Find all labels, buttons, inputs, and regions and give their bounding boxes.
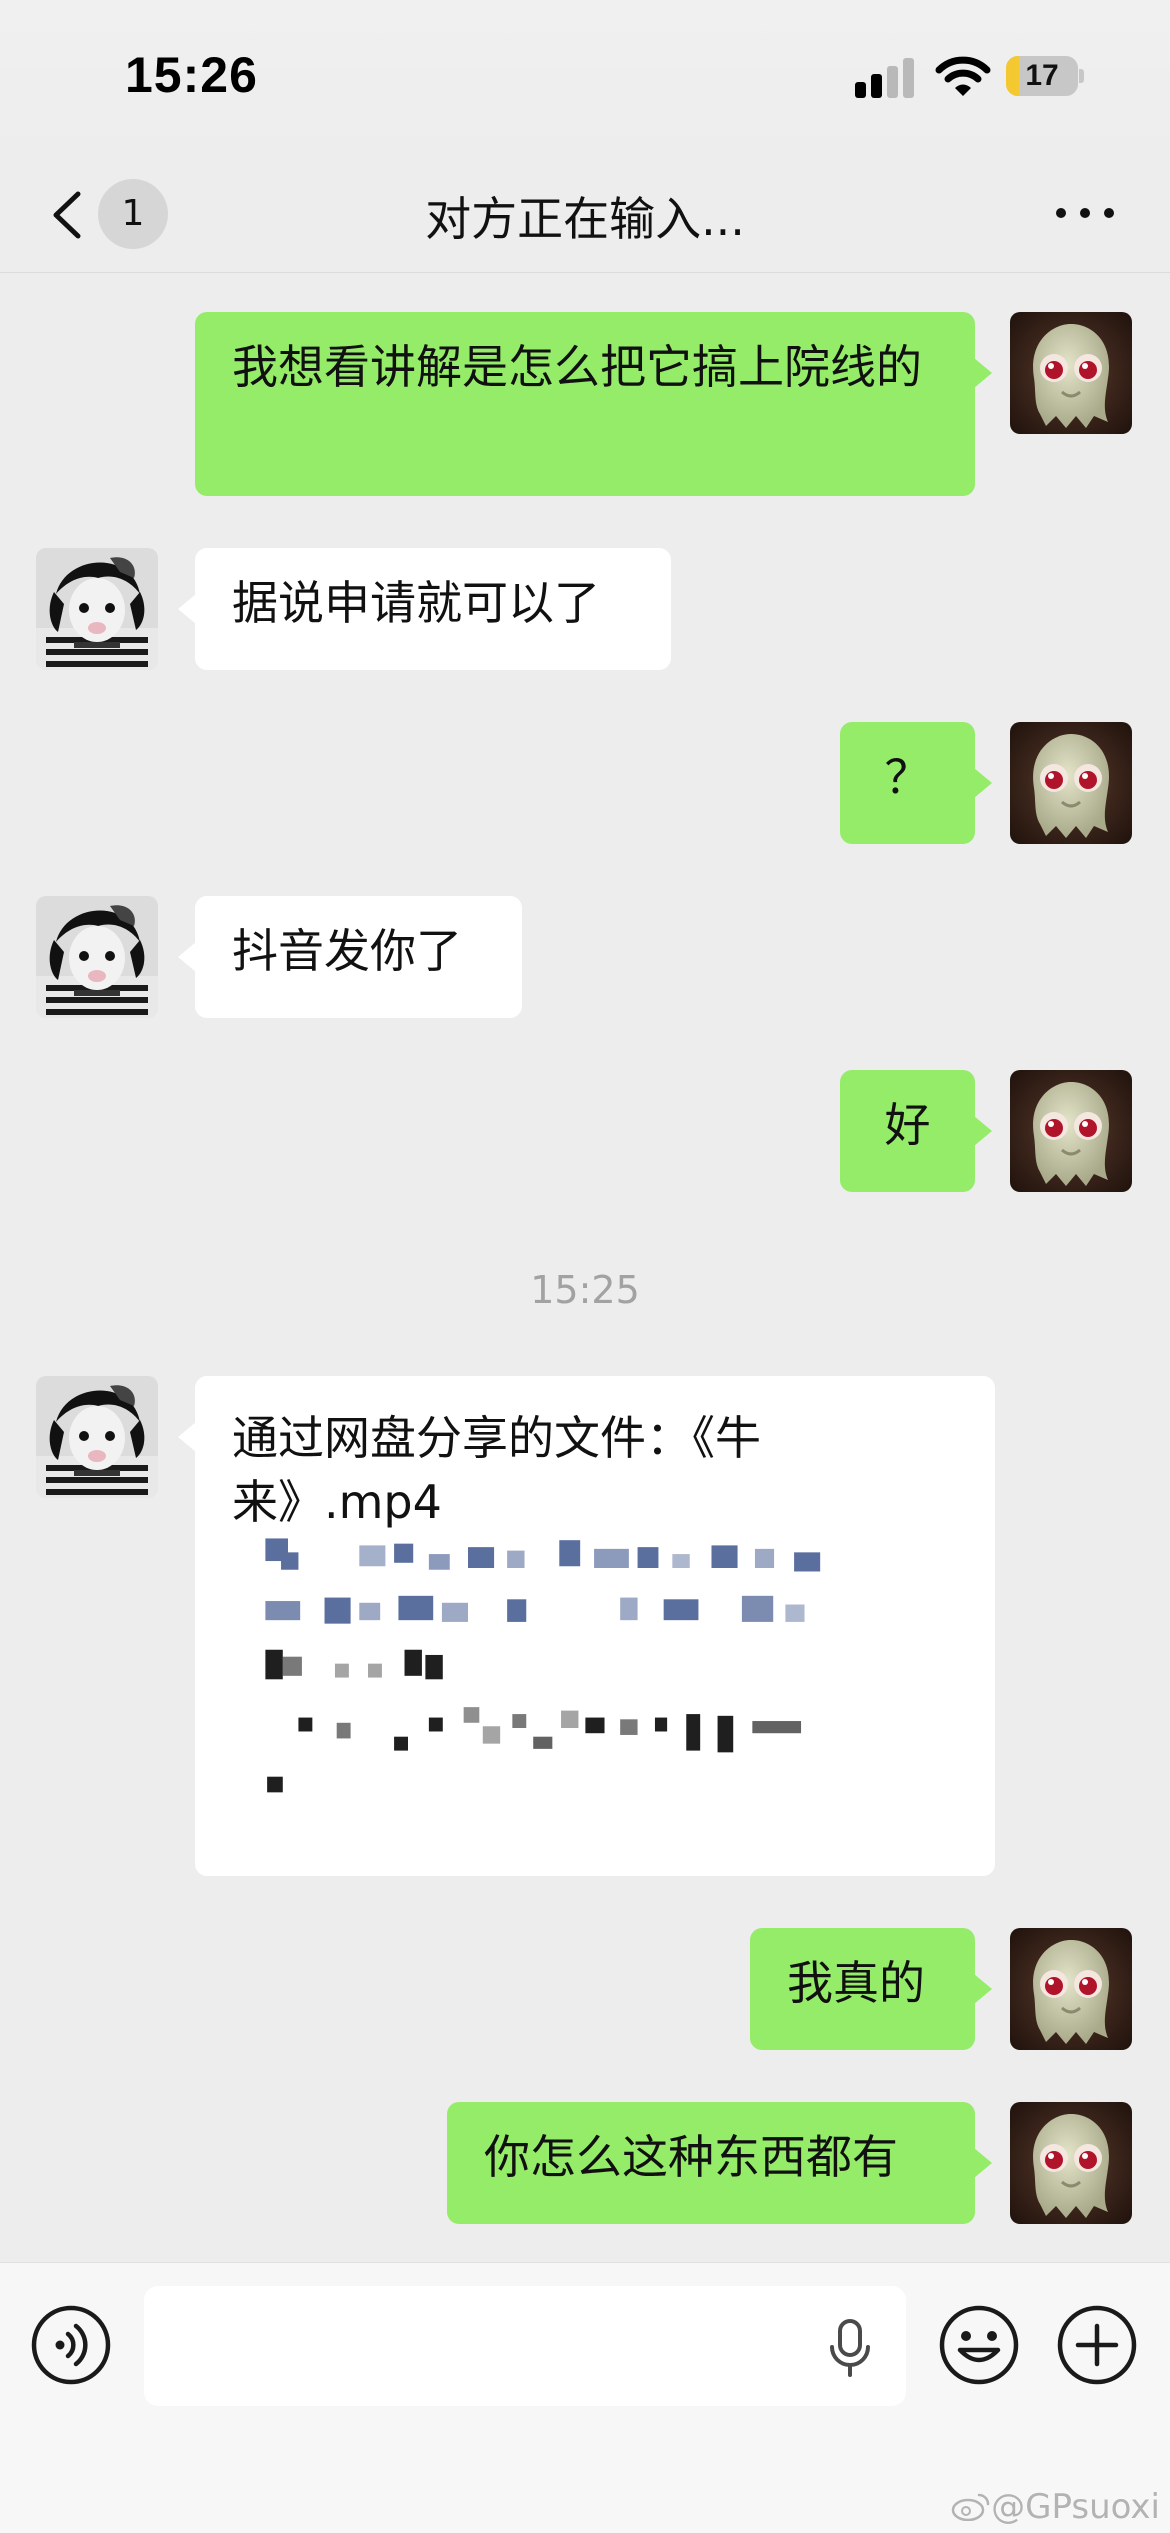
chat-nav-bar: 1 对方正在输入... bbox=[0, 150, 1170, 273]
cellular-signal-icon bbox=[855, 58, 915, 98]
unread-count-badge: 1 bbox=[98, 179, 168, 249]
contact-avatar[interactable] bbox=[36, 548, 158, 670]
my-avatar[interactable] bbox=[1010, 1070, 1132, 1192]
back-button[interactable]: 1 bbox=[36, 172, 176, 252]
watermark-text: @GPsuoxi bbox=[991, 2487, 1160, 2527]
contact-avatar[interactable] bbox=[36, 896, 158, 1018]
shared-file-title: 通过网盘分享的文件：《牛来》.mp4 bbox=[232, 1411, 761, 1529]
more-dots-icon bbox=[1056, 208, 1066, 218]
my-avatar[interactable] bbox=[1010, 722, 1132, 844]
outgoing-message[interactable]: 我想看讲解是怎么把它搞上院线的 bbox=[195, 312, 992, 496]
chat-title: 对方正在输入... bbox=[425, 192, 745, 246]
message-text: 据说申请就可以了 bbox=[232, 576, 600, 630]
message-text: 你怎么这种东西都有 bbox=[484, 2130, 898, 2184]
message-text: 我想看讲解是怎么把它搞上院线的 bbox=[232, 340, 922, 394]
contact-avatar[interactable] bbox=[36, 1376, 158, 1498]
more-options-button[interactable] bbox=[1050, 190, 1120, 236]
message-text: 我真的 bbox=[787, 1956, 925, 2010]
wifi-icon bbox=[935, 56, 991, 98]
outgoing-message[interactable]: 你怎么这种东西都有 bbox=[447, 2102, 992, 2224]
incoming-message[interactable]: 抖音发你了 bbox=[178, 896, 522, 1018]
weibo-logo-icon bbox=[951, 2493, 990, 2521]
outgoing-message[interactable]: 我真的 bbox=[750, 1928, 992, 2050]
outgoing-message[interactable]: ？ bbox=[840, 722, 992, 844]
voice-mode-button[interactable] bbox=[30, 2304, 112, 2386]
message-timestamp: 15:25 bbox=[530, 1268, 640, 1312]
message-text: 抖音发你了 bbox=[232, 924, 462, 978]
emoji-button[interactable] bbox=[938, 2304, 1020, 2386]
incoming-message[interactable]: 据说申请就可以了 bbox=[178, 548, 671, 670]
battery-icon: 17 bbox=[1006, 56, 1084, 98]
message-text: 好 bbox=[884, 1098, 931, 1152]
my-avatar[interactable] bbox=[1010, 1928, 1132, 2050]
weibo-watermark: @GPsuoxi bbox=[951, 2487, 1160, 2527]
my-avatar[interactable] bbox=[1010, 312, 1132, 434]
status-bar: 15:26 17 bbox=[0, 0, 1170, 150]
message-text-input[interactable] bbox=[144, 2286, 906, 2406]
message-text: ？ bbox=[884, 750, 931, 804]
plus-icon bbox=[1057, 2305, 1137, 2385]
microphone-icon[interactable] bbox=[828, 2319, 872, 2377]
message-input-bar: @GPsuoxi bbox=[0, 2262, 1170, 2533]
status-time: 15:26 bbox=[125, 47, 258, 103]
outgoing-message[interactable]: 好 bbox=[840, 1070, 992, 1192]
emoji-icon bbox=[939, 2305, 1019, 2385]
my-avatar[interactable] bbox=[1010, 2102, 1132, 2224]
back-chevron-icon bbox=[53, 191, 81, 239]
battery-level: 17 bbox=[1025, 59, 1059, 92]
pixelated-share-link bbox=[220, 1528, 916, 1828]
more-actions-button[interactable] bbox=[1056, 2304, 1138, 2386]
voice-mode-icon bbox=[31, 2305, 111, 2385]
